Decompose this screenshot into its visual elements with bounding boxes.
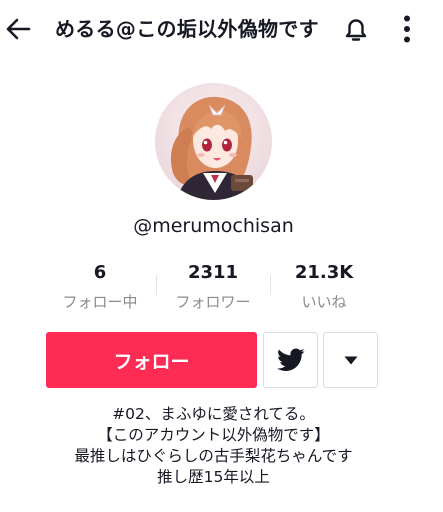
anime-girl-avatar [155,83,272,200]
likes-count: 21.3K [294,262,354,283]
page-title: めるる@この垢以外偽物です [55,17,319,41]
stat-divider [156,275,157,295]
twitter-button[interactable] [263,332,318,388]
twitter-bird-icon [276,348,305,371]
bio-line: 【このアカウント以外偽物です】 [97,426,330,444]
followers-label: フォロワー [175,293,251,311]
username-handle: @merumochisan [133,215,294,237]
notifications-button[interactable] [336,9,376,49]
arrow-left-icon [6,18,31,40]
caret-down-icon [344,356,357,364]
avatar[interactable] [155,83,272,200]
followers-stat[interactable]: 2311 フォロワー [165,262,261,312]
likes-label: いいね [301,293,347,311]
more-actions-dropdown[interactable] [323,332,378,388]
likes-stat[interactable]: 21.3K いいね [276,262,372,312]
bio-line: 推し歴15年以上 [157,468,270,486]
bio-line: 最推しはひぐらしの古手梨花ちゃんです [74,447,353,465]
more-options-button[interactable] [392,9,422,49]
profile-page: めるる@この垢以外偽物です @merumochisan 6 フォロー中 2311… [0,0,443,512]
more-vertical-icon [404,15,410,43]
following-stat[interactable]: 6 フォロー中 [52,262,148,312]
following-count: 6 [93,262,107,283]
following-label: フォロー中 [62,293,138,311]
follow-button[interactable]: フォロー [46,332,257,388]
top-bar: めるる@この垢以外偽物です [0,0,443,58]
bell-icon [345,19,367,41]
bio-line: #02、まふゆに愛されてる。 [112,405,315,423]
profile-bio: #02、まふゆに愛されてる。 【このアカウント以外偽物です】 最推しはひぐらしの… [0,404,427,488]
back-button[interactable] [0,9,36,49]
stat-divider [270,275,271,295]
followers-count: 2311 [187,262,239,283]
